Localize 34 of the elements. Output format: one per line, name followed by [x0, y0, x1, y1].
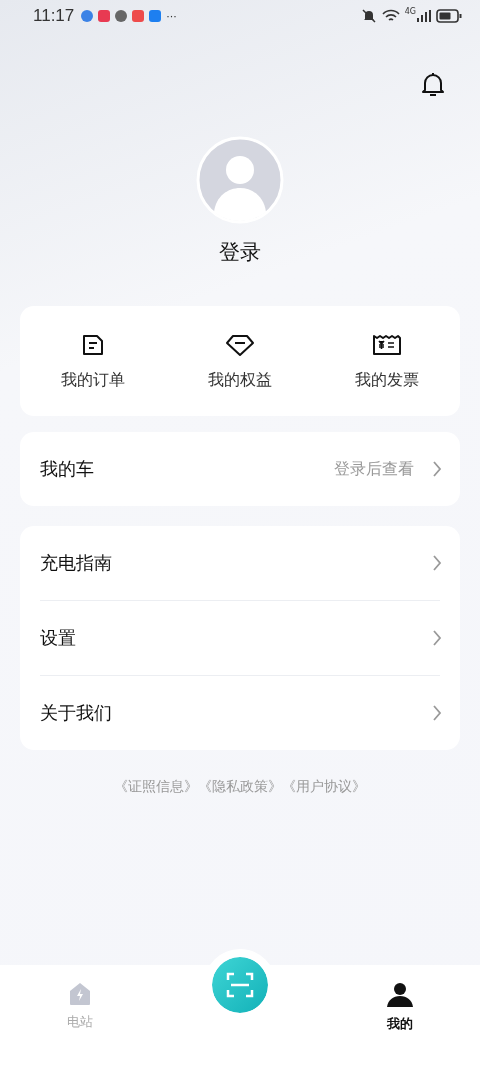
row-label: 我的车	[40, 457, 94, 481]
menu-item[interactable]: 设置	[40, 600, 440, 675]
chevron-right-icon	[432, 704, 442, 722]
app-icon	[115, 10, 128, 22]
shortcut-label[interactable]: 我的订单	[61, 369, 126, 391]
app-icon	[98, 10, 111, 22]
menu-label: 充电指南	[40, 551, 112, 575]
chevron-right-icon	[432, 554, 442, 572]
menu-label: 设置	[40, 626, 76, 650]
menu-item[interactable]: 关于我们	[40, 675, 440, 750]
status-time: 11:17	[33, 6, 75, 26]
app-icon	[132, 10, 145, 22]
menu-label: 关于我们	[40, 701, 112, 725]
person-icon	[386, 981, 414, 1009]
row-hint: 登录后查看	[334, 458, 414, 480]
notification-bell-icon[interactable]	[419, 70, 447, 98]
more-notifications: ···	[166, 9, 177, 23]
menu-item[interactable]: 充电指南	[40, 526, 440, 600]
app-icon	[81, 10, 94, 22]
login-link[interactable]: 登录	[219, 238, 261, 266]
battery-icon	[436, 9, 462, 23]
signal-icon	[417, 10, 431, 22]
app-icon	[149, 10, 162, 22]
scan-icon	[226, 971, 254, 999]
shortcut-label[interactable]: 我的权益	[208, 369, 272, 391]
network-type: 4G	[404, 7, 416, 16]
shortcut-label[interactable]: 我的发票	[354, 369, 419, 391]
wifi-icon	[381, 9, 400, 23]
chevron-right-icon	[432, 460, 442, 478]
chevron-right-icon	[432, 629, 442, 647]
muted-bell-icon	[360, 8, 377, 24]
tab[interactable]: 我的	[370, 965, 430, 1067]
my-car-row[interactable]: 我的车 登录后查看	[20, 432, 460, 506]
station-icon	[67, 981, 93, 1007]
